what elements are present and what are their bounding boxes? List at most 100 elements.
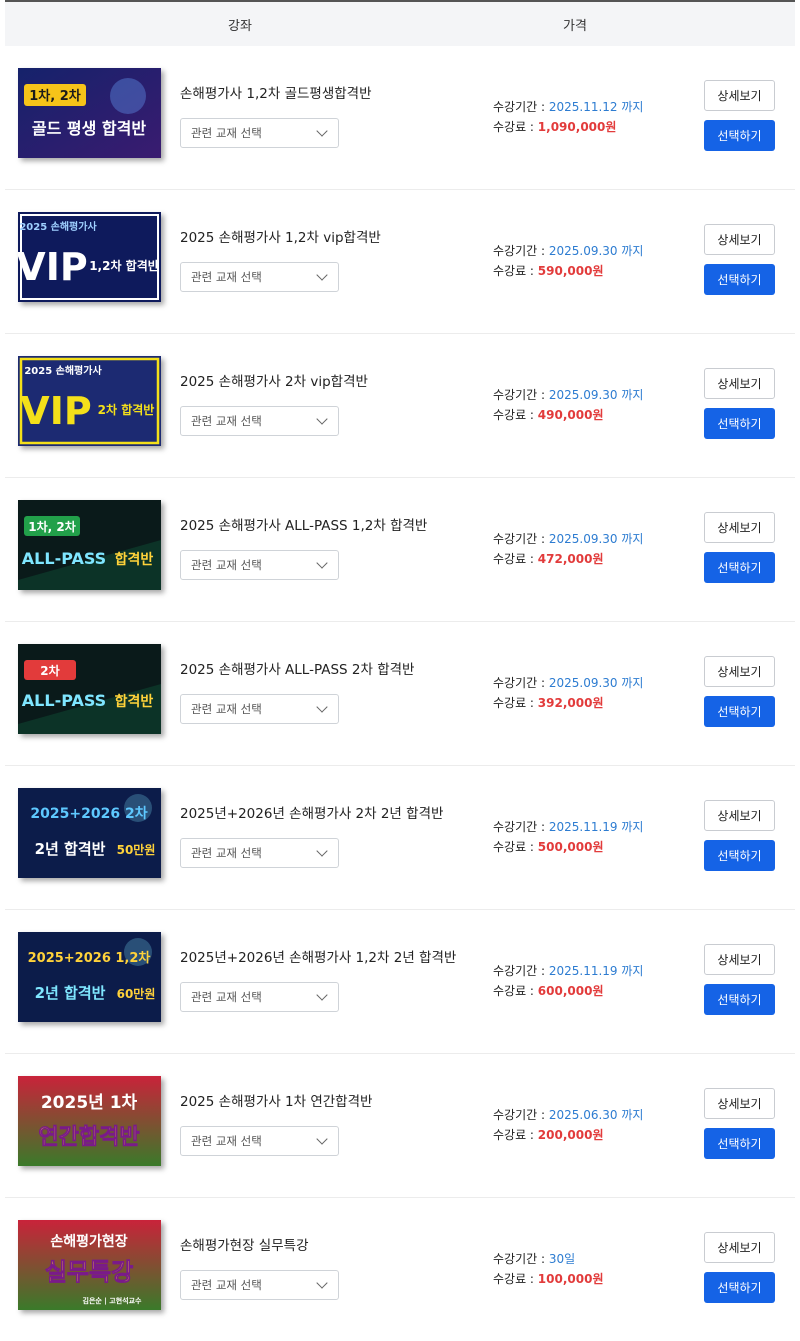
detail-button[interactable]: 상세보기 <box>704 944 775 975</box>
period-value: 2025.06.30 까지 <box>548 1108 644 1122</box>
course-title[interactable]: 2025 손해평가사 ALL-PASS 1,2차 합격반 <box>180 514 427 534</box>
course-fee: 수강료 : 200,000원 <box>493 1128 604 1142</box>
course-fee: 수강료 : 472,000원 <box>493 552 604 566</box>
fee-value: 100,000원 <box>537 1272 604 1286</box>
course-fee: 수강료 : 100,000원 <box>493 1272 604 1286</box>
select-button[interactable]: 선택하기 <box>704 984 775 1015</box>
textbook-select-label: 관련 교재 선택 <box>191 846 262 860</box>
textbook-select[interactable]: 관련 교재 선택 <box>180 1270 339 1300</box>
thumb-extra: 60만원 <box>117 986 156 1001</box>
course-title[interactable]: 2025 손해평가사 2차 vip합격반 <box>180 370 368 390</box>
fee-value: 500,000원 <box>537 840 604 854</box>
thumb-extra: 50만원 <box>117 842 156 857</box>
course-fee: 수강료 : 1,090,000원 <box>493 120 617 134</box>
thumb-extra: 2차 합격반 <box>98 402 155 417</box>
thumb-headline: VIP <box>18 245 88 289</box>
course-thumbnail[interactable]: 손해평가현장 실무특강 김은순 | 고현석교수 <box>18 1220 161 1310</box>
select-button[interactable]: 선택하기 <box>704 120 775 151</box>
detail-button[interactable]: 상세보기 <box>704 1088 775 1119</box>
course-fee: 수강료 : 490,000원 <box>493 408 604 422</box>
thumb-extra: 합격반 <box>115 551 154 568</box>
course-column-header: 강좌 <box>228 18 252 34</box>
course-fee: 수강료 : 392,000원 <box>493 696 604 710</box>
course-fee: 수강료 : 600,000원 <box>493 984 604 998</box>
course-title[interactable]: 2025 손해평가사 1,2차 vip합격반 <box>180 226 381 246</box>
course-period: 수강기간 : 2025.11.19 까지 <box>493 964 644 978</box>
thumb-subtitle: 2025 손해평가사 <box>24 364 102 377</box>
thumb-subtitle: 손해평가현장 <box>50 1233 127 1250</box>
course-thumbnail[interactable]: 2025 손해평가사 VIP 1,2차 합격반 <box>18 212 161 302</box>
period-value: 30일 <box>548 1252 576 1266</box>
detail-button[interactable]: 상세보기 <box>704 800 775 831</box>
fee-value: 590,000원 <box>537 264 604 278</box>
course-title[interactable]: 2025년+2026년 손해평가사 1,2차 2년 합격반 <box>180 946 456 966</box>
detail-button[interactable]: 상세보기 <box>704 1232 775 1263</box>
thumb-badge: 1차, 2차 <box>28 519 76 534</box>
textbook-select[interactable]: 관련 교재 선택 <box>180 406 339 436</box>
thumb-headline: 2년 합격반 <box>35 984 106 1002</box>
course-row: 손해평가현장 실무특강 김은순 | 고현석교수 손해평가현장 실무특강 관련 교… <box>5 1198 795 1341</box>
textbook-select[interactable]: 관련 교재 선택 <box>180 982 339 1012</box>
course-period: 수강기간 : 2025.09.30 까지 <box>493 244 644 258</box>
detail-button[interactable]: 상세보기 <box>704 512 775 543</box>
course-thumbnail[interactable]: 1차, 2차 골드 평생 합격반 <box>18 68 161 158</box>
select-button[interactable]: 선택하기 <box>704 1128 775 1159</box>
select-button[interactable]: 선택하기 <box>704 264 775 295</box>
period-value: 2025.11.19 까지 <box>548 964 644 978</box>
chevron-down-icon <box>316 845 328 857</box>
textbook-select[interactable]: 관련 교재 선택 <box>180 118 339 148</box>
course-title[interactable]: 손해평가사 1,2차 골드평생합격반 <box>180 82 372 102</box>
detail-button[interactable]: 상세보기 <box>704 80 775 111</box>
course-title[interactable]: 2025년+2026년 손해평가사 2차 2년 합격반 <box>180 802 443 822</box>
chevron-down-icon <box>316 701 328 713</box>
course-thumbnail[interactable]: 2025+2026 1,2차 2년 합격반 60만원 <box>18 932 161 1022</box>
fee-value: 490,000원 <box>537 408 604 422</box>
course-row: 2025년 1차 연간합격반 2025 손해평가사 1차 연간합격반 관련 교재… <box>5 1054 795 1198</box>
course-title[interactable]: 2025 손해평가사 1차 연간합격반 <box>180 1090 372 1110</box>
period-value: 2025.09.30 까지 <box>548 244 644 258</box>
thumb-headline: 실무특강 <box>45 1258 133 1286</box>
course-title[interactable]: 손해평가현장 실무특강 <box>180 1234 309 1254</box>
fee-value: 472,000원 <box>537 552 604 566</box>
course-thumbnail[interactable]: 2025 손해평가사 VIP 2차 합격반 <box>18 356 161 446</box>
chevron-down-icon <box>316 557 328 569</box>
thumb-subtitle: 2025년 1차 <box>41 1093 138 1113</box>
course-thumbnail[interactable]: 2차 ALL-PASS 합격반 <box>18 644 161 734</box>
detail-button[interactable]: 상세보기 <box>704 224 775 255</box>
detail-button[interactable]: 상세보기 <box>704 656 775 687</box>
thumb-badge: 2차 <box>40 663 59 678</box>
textbook-select[interactable]: 관련 교재 선택 <box>180 694 339 724</box>
chevron-down-icon <box>316 125 328 137</box>
period-value: 2025.09.30 까지 <box>548 676 644 690</box>
detail-button[interactable]: 상세보기 <box>704 368 775 399</box>
course-thumbnail[interactable]: 1차, 2차 ALL-PASS 합격반 <box>18 500 161 590</box>
course-period: 수강기간 : 2025.11.19 까지 <box>493 820 644 834</box>
course-row: 1차, 2차 골드 평생 합격반 손해평가사 1,2차 골드평생합격반 관련 교… <box>5 46 795 190</box>
course-period: 수강기간 : 2025.06.30 까지 <box>493 1108 644 1122</box>
period-value: 2025.09.30 까지 <box>548 388 644 402</box>
thumb-headline: VIP <box>20 389 91 433</box>
course-thumbnail[interactable]: 2025년 1차 연간합격반 <box>18 1076 161 1166</box>
chevron-down-icon <box>316 413 328 425</box>
select-button[interactable]: 선택하기 <box>704 696 775 727</box>
textbook-select[interactable]: 관련 교재 선택 <box>180 262 339 292</box>
course-title[interactable]: 2025 손해평가사 ALL-PASS 2차 합격반 <box>180 658 414 678</box>
textbook-select[interactable]: 관련 교재 선택 <box>180 550 339 580</box>
fee-value: 392,000원 <box>537 696 604 710</box>
course-thumbnail[interactable]: 2025+2026 2차 2년 합격반 50만원 <box>18 788 161 878</box>
textbook-select-label: 관련 교재 선택 <box>191 414 262 428</box>
select-button[interactable]: 선택하기 <box>704 552 775 583</box>
period-value: 2025.11.12 까지 <box>548 100 644 114</box>
course-row: 2025+2026 1,2차 2년 합격반 60만원 2025년+2026년 손… <box>5 910 795 1054</box>
textbook-select[interactable]: 관련 교재 선택 <box>180 838 339 868</box>
fee-value: 1,090,000원 <box>537 120 617 134</box>
select-button[interactable]: 선택하기 <box>704 1272 775 1303</box>
select-button[interactable]: 선택하기 <box>704 408 775 439</box>
course-row: 2025 손해평가사 VIP 1,2차 합격반 2025 손해평가사 1,2차 … <box>5 190 795 334</box>
course-period: 수강기간 : 2025.11.12 까지 <box>493 100 644 114</box>
thumb-extra: 김은순 | 고현석교수 <box>83 1296 143 1306</box>
chevron-down-icon <box>316 1133 328 1145</box>
select-button[interactable]: 선택하기 <box>704 840 775 871</box>
textbook-select[interactable]: 관련 교재 선택 <box>180 1126 339 1156</box>
course-fee: 수강료 : 500,000원 <box>493 840 604 854</box>
